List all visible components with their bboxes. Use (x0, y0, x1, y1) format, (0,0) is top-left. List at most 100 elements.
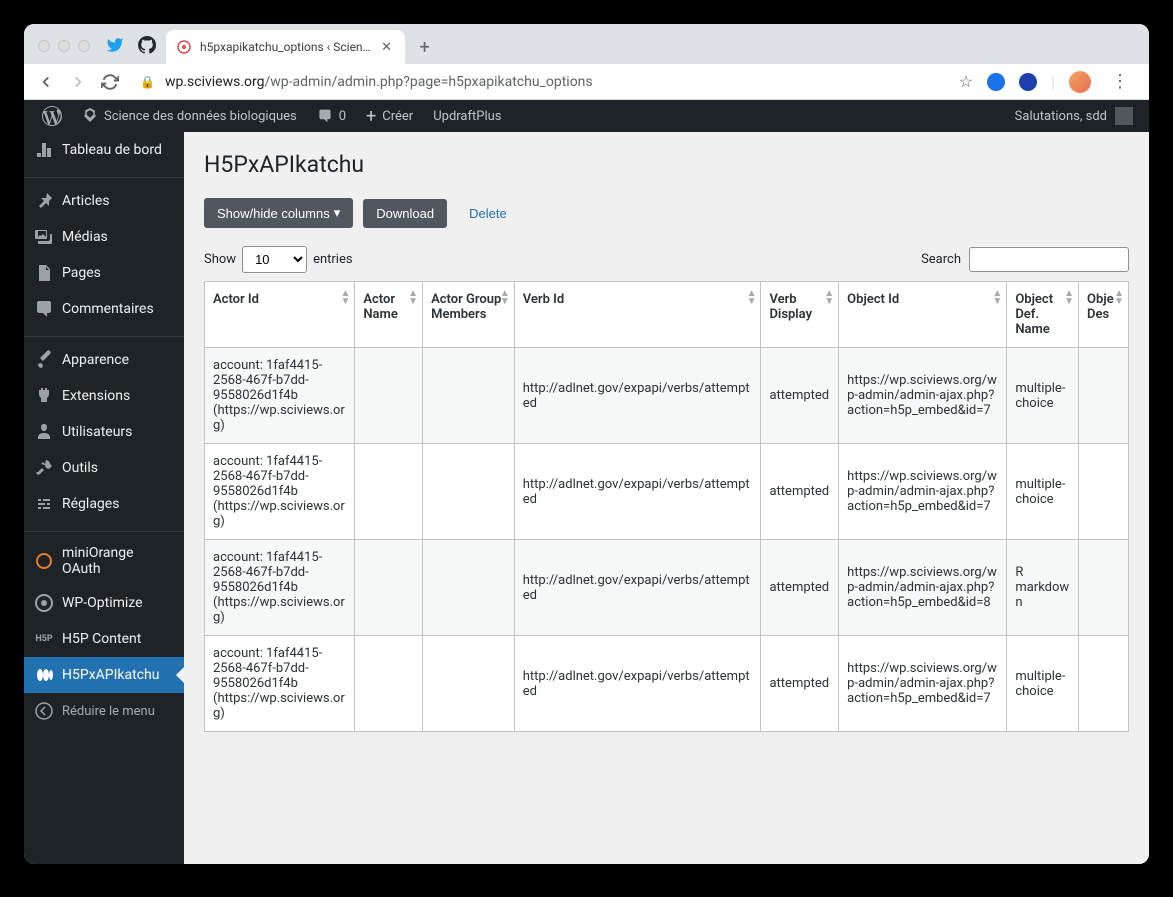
sidebar-item-dashboard[interactable]: Tableau de bord (24, 132, 184, 168)
entries-select[interactable]: 10 (242, 246, 307, 273)
search-label: Search (921, 252, 961, 267)
minimize-window[interactable] (58, 40, 70, 52)
sidebar-item-settings[interactable]: Réglages (24, 486, 184, 522)
table-cell (423, 636, 515, 732)
table-row: account: 1faf4415-2568-467f-b7dd-9558026… (205, 348, 1129, 444)
column-header[interactable]: Verb Id▲▼ (514, 282, 761, 348)
reload-button[interactable] (96, 68, 124, 96)
table-cell (1079, 540, 1129, 636)
chevron-down-icon: ▾ (334, 205, 341, 221)
sidebar-item-plugin[interactable]: Extensions (24, 378, 184, 414)
sidebar-item-comment[interactable]: Commentaires (24, 291, 184, 327)
wp-admin: Science des données biologiques 0 +Créer… (24, 100, 1149, 864)
delete-link[interactable]: Delete (457, 200, 519, 227)
sort-icon: ▲▼ (824, 290, 834, 306)
maximize-window[interactable] (78, 40, 90, 52)
close-window[interactable] (38, 40, 50, 52)
sidebar-item-label: Utilisateurs (62, 424, 132, 440)
sidebar-item-optimize[interactable]: WP-Optimize (24, 585, 184, 621)
sidebar-item-media[interactable]: Médias (24, 219, 184, 255)
updraft-link[interactable]: UpdraftPlus (423, 100, 511, 132)
sidebar-item-label: Réglages (62, 496, 119, 512)
twitter-icon[interactable] (106, 36, 124, 54)
extension-icon-1[interactable] (987, 73, 1005, 91)
pinned-tabs (100, 36, 166, 64)
url-bar[interactable]: 🔒 wp.sciviews.org/wp-admin/admin.php?pag… (128, 68, 949, 96)
sort-icon: ▲▼ (408, 290, 418, 306)
column-header[interactable]: Object Id▲▼ (839, 282, 1007, 348)
wp-content: H5PxAPIkatchu Show/hide columns▾ Downloa… (184, 132, 1149, 864)
bookmark-icon[interactable]: ☆ (959, 72, 973, 91)
sidebar-item-users[interactable]: Utilisateurs (24, 414, 184, 450)
table-row: account: 1faf4415-2568-467f-b7dd-9558026… (205, 540, 1129, 636)
button-row: Show/hide columns▾ Download Delete (204, 198, 1129, 228)
wp-body: Tableau de bord Articles Médias Pages Commen… (24, 132, 1149, 864)
comment-icon (34, 299, 54, 319)
browser-tab[interactable]: h5pxapikatchu_options ‹ Scien… ✕ (166, 30, 405, 64)
table-cell (423, 540, 515, 636)
download-button[interactable]: Download (363, 199, 447, 228)
collapse-menu[interactable]: Réduire le menu (24, 693, 184, 729)
site-name-link[interactable]: Science des données biologiques (72, 100, 307, 132)
sort-icon: ▲▼ (1114, 290, 1124, 306)
show-label: Show (204, 252, 236, 267)
extension-icons: ☆ | ⋮ (953, 71, 1141, 93)
sidebar-item-pin[interactable]: Articles (24, 183, 184, 219)
back-button[interactable] (32, 68, 60, 96)
sidebar-item-page[interactable]: Pages (24, 255, 184, 291)
table-cell: https://wp.sciviews.org/wp-admin/admin-a… (839, 540, 1007, 636)
table-row: account: 1faf4415-2568-467f-b7dd-9558026… (205, 636, 1129, 732)
table-row: account: 1faf4415-2568-467f-b7dd-9558026… (205, 444, 1129, 540)
wp-toolbar-right[interactable]: Salutations, sdd (1015, 107, 1141, 125)
close-icon[interactable]: ✕ (379, 39, 395, 55)
window-controls (32, 40, 100, 64)
new-tab-button[interactable]: + (411, 33, 439, 61)
column-header[interactable]: Actor Id▲▼ (205, 282, 355, 348)
column-header[interactable]: Verb Display▲▼ (761, 282, 839, 348)
sidebar-item-label: WP-Optimize (62, 595, 143, 611)
sort-icon: ▲▼ (1064, 290, 1074, 306)
browser-menu-icon[interactable]: ⋮ (1105, 71, 1135, 92)
sidebar-item-label: Apparence (62, 352, 129, 368)
user-avatar (1115, 107, 1133, 125)
column-header[interactable]: Object Def. Name▲▼ (1007, 282, 1079, 348)
new-content-link[interactable]: +Créer (356, 100, 423, 132)
forward-button[interactable] (64, 68, 92, 96)
table-cell (423, 348, 515, 444)
sidebar-item-label: H5PxAPIkatchu (62, 667, 159, 683)
sidebar-item-tools[interactable]: Outils (24, 450, 184, 486)
show-hide-columns-button[interactable]: Show/hide columns▾ (204, 198, 353, 228)
table-cell: https://wp.sciviews.org/wp-admin/admin-a… (839, 348, 1007, 444)
wp-logo[interactable] (32, 100, 72, 132)
lock-icon: 🔒 (140, 75, 155, 89)
column-header[interactable]: Actor Name▲▼ (355, 282, 423, 348)
sidebar-item-label: Outils (62, 460, 98, 476)
sidebar-item-label: Médias (62, 229, 108, 245)
comments-link[interactable]: 0 (307, 100, 356, 132)
sidebar-item-label: Tableau de bord (62, 142, 162, 158)
table-cell: R markdown (1007, 540, 1079, 636)
url-text: wp.sciviews.org/wp-admin/admin.php?page=… (165, 74, 593, 90)
table-cell: attempted (761, 444, 839, 540)
search-input[interactable] (969, 247, 1129, 272)
sidebar-item-h5p[interactable]: H5PH5P Content (24, 621, 184, 657)
column-header[interactable]: Actor Group Members▲▼ (423, 282, 515, 348)
collapse-icon (34, 701, 54, 721)
table-cell: account: 1faf4415-2568-467f-b7dd-9558026… (205, 540, 355, 636)
profile-avatar[interactable] (1069, 71, 1091, 93)
tab-title: h5pxapikatchu_options ‹ Scien… (200, 40, 371, 54)
table-cell (355, 348, 423, 444)
column-header[interactable]: Obje Des▲▼ (1079, 282, 1129, 348)
wp-toolbar-left: Science des données biologiques 0 +Créer… (32, 100, 512, 132)
sidebar-item-label: Pages (62, 265, 101, 281)
sidebar-item-label: H5P Content (62, 631, 141, 647)
table-cell: account: 1faf4415-2568-467f-b7dd-9558026… (205, 444, 355, 540)
table-cell (355, 540, 423, 636)
katchu-icon (34, 665, 54, 685)
sidebar-item-katchu[interactable]: H5PxAPIkatchu (24, 657, 184, 693)
sidebar-item-brush[interactable]: Apparence (24, 342, 184, 378)
settings-icon (34, 494, 54, 514)
extension-icon-2[interactable] (1019, 73, 1037, 91)
github-icon[interactable] (138, 36, 156, 54)
sidebar-item-oauth[interactable]: miniOrange OAuth (24, 537, 184, 585)
